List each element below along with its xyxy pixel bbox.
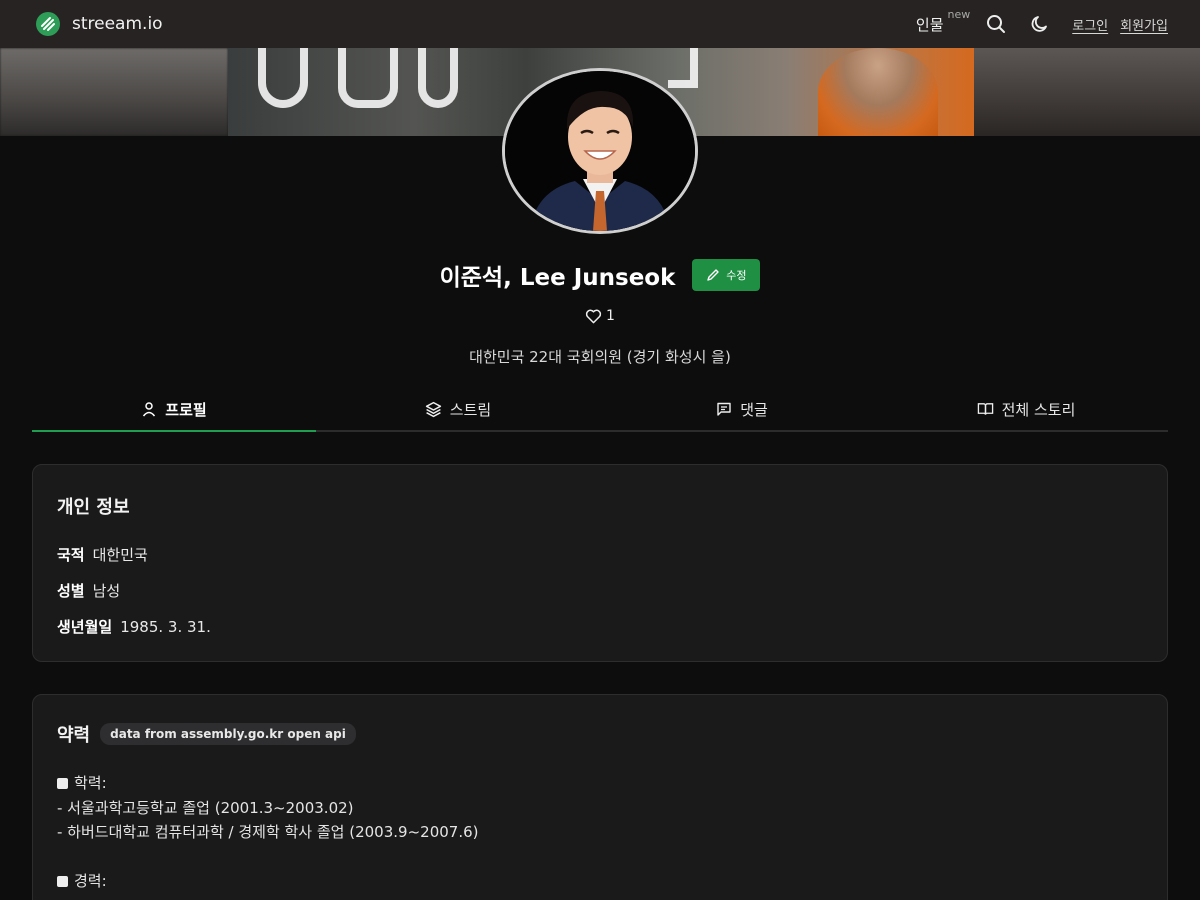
tab-stream-label: 스트림 <box>449 400 492 419</box>
edit-button[interactable]: 수정 <box>692 259 761 291</box>
info-row-nationality: 국적 대한민국 <box>57 544 148 565</box>
info-value: 대한민국 <box>92 546 148 564</box>
career-text: 학력: - 서울과학고등학교 졸업 (2001.3~2003.02) - 하버드… <box>57 771 479 894</box>
tab-all-stories[interactable]: 전체 스토리 <box>884 388 1168 430</box>
login-link[interactable]: 로그인 <box>1072 15 1108 34</box>
square-bullet-icon <box>57 778 68 789</box>
career-title-row: 약력 data from assembly.go.kr open api <box>57 721 356 747</box>
edit-button-label: 수정 <box>726 269 747 282</box>
signup-link[interactable]: 회원가입 <box>1120 15 1168 34</box>
tab-profile[interactable]: 프로필 <box>32 388 316 432</box>
data-source-badge: data from assembly.go.kr open api <box>100 723 356 745</box>
like-button[interactable]: 1 <box>0 308 1200 324</box>
career-heading: 경력: <box>74 872 107 890</box>
profile-tabs: 프로필 스트림 댓글 전체 스토리 <box>32 388 1168 432</box>
tab-all-stories-label: 전체 스토리 <box>1001 400 1076 419</box>
comment-icon <box>717 402 731 416</box>
logo-icon <box>36 12 60 36</box>
nav-people-link[interactable]: 인물 new <box>915 8 970 35</box>
tab-comments-label: 댓글 <box>740 400 768 419</box>
search-icon[interactable] <box>986 14 1006 34</box>
nav-right: 인물 new 로그인 회원가입 <box>916 0 1168 48</box>
book-icon <box>977 403 993 415</box>
info-label: 성별 <box>57 582 85 600</box>
education-heading: 학력: <box>74 774 107 792</box>
like-count: 1 <box>606 308 615 324</box>
new-badge: new <box>947 7 971 21</box>
pencil-icon <box>707 269 719 281</box>
dark-mode-moon-icon[interactable] <box>1030 14 1050 34</box>
top-navbar: streeam.io 인물 new 로그인 회원가입 <box>0 0 1200 48</box>
profile-name: 이준석, Lee Junseok <box>439 265 676 291</box>
user-icon <box>143 402 156 417</box>
career-title: 약력 <box>57 725 91 746</box>
career-heading-line: 경력: <box>57 869 479 894</box>
layers-icon <box>425 401 441 417</box>
personal-info-card: 개인 정보 국적 대한민국 성별 남성 생년월일 1985. 3. 31. <box>32 464 1168 662</box>
heart-icon <box>585 309 602 323</box>
education-item: - 서울과학고등학교 졸업 (2001.3~2003.02) <box>57 798 354 817</box>
info-value: 남성 <box>92 582 121 600</box>
personal-info-title: 개인 정보 <box>57 497 130 518</box>
tab-comments[interactable]: 댓글 <box>600 388 884 430</box>
profile-subtitle: 대한민국 22대 국회의원 (경기 화성시 을) <box>469 348 731 366</box>
education-heading-line: 학력: <box>57 771 479 796</box>
banner-right-blur <box>974 48 1200 136</box>
banner-left-blur <box>0 48 228 136</box>
nav-people-label: 인물 <box>915 15 944 34</box>
education-item: - 하버드대학교 컴퓨터과학 / 경제학 학사 졸업 (2003.9~2007.… <box>57 823 479 841</box>
info-row-gender: 성별 남성 <box>57 580 120 601</box>
info-value: 1985. 3. 31. <box>120 618 211 636</box>
tab-stream[interactable]: 스트림 <box>316 388 600 430</box>
square-bullet-icon <box>57 876 68 887</box>
info-row-birthdate: 생년월일 1985. 3. 31. <box>57 616 211 637</box>
profile-header: 이준석, Lee Junseok 수정 <box>0 258 1200 292</box>
logo-text: streeam.io <box>72 14 163 34</box>
info-label: 국적 <box>57 546 85 564</box>
career-card: 약력 data from assembly.go.kr open api 학력: … <box>32 694 1168 900</box>
logo[interactable]: streeam.io <box>36 12 163 36</box>
info-label: 생년월일 <box>57 618 113 636</box>
tab-profile-label: 프로필 <box>165 400 207 419</box>
profile-avatar <box>502 68 698 234</box>
